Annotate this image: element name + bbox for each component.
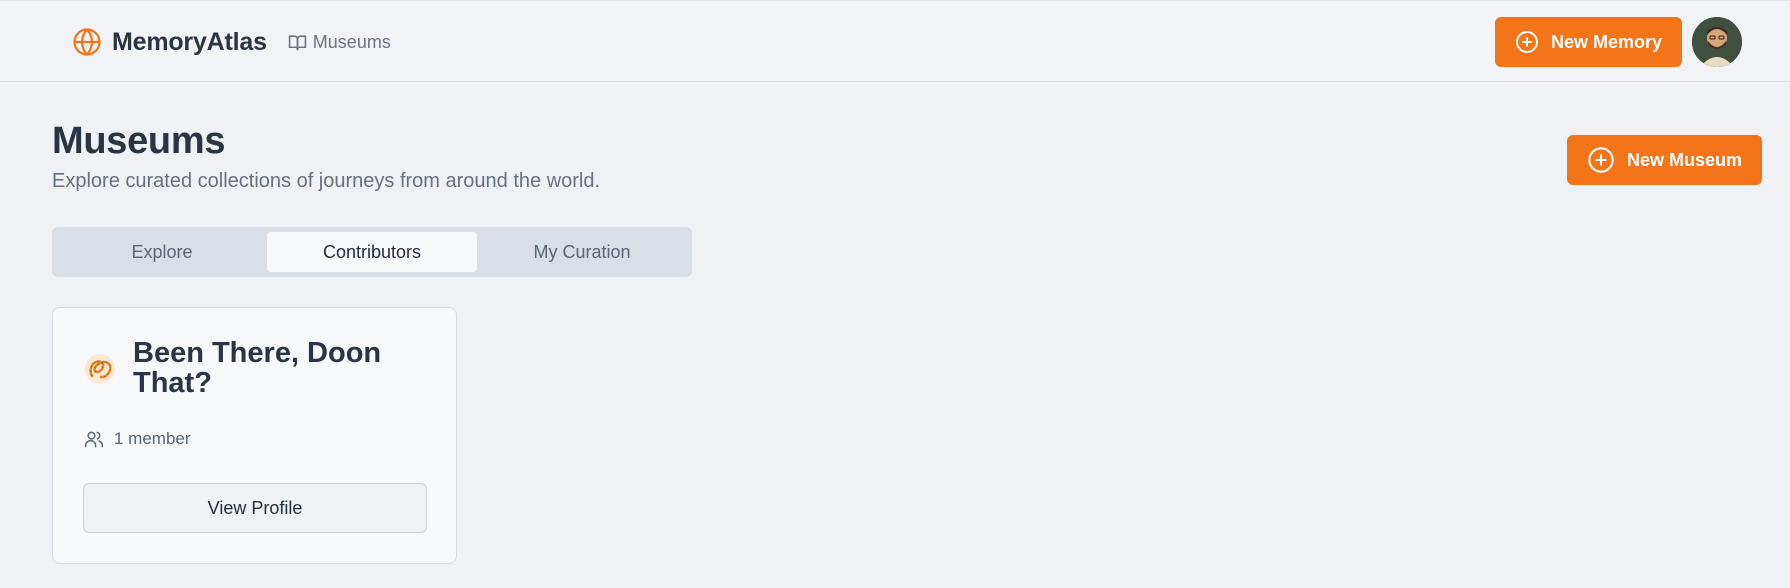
card-title: Been There, Doon That?	[133, 337, 382, 399]
avatar[interactable]	[1692, 17, 1742, 67]
new-museum-label: New Museum	[1626, 149, 1743, 170]
page-subtitle: Explore curated collections of journeys …	[52, 170, 601, 192]
plus-circle-icon	[1515, 30, 1539, 54]
member-count: 1 member	[84, 429, 191, 449]
new-museum-button[interactable]: New Museum	[1567, 135, 1762, 185]
app-name: MemoryAtlas	[112, 27, 267, 56]
brand[interactable]: MemoryAtlas Museums	[72, 25, 391, 59]
breadcrumb-label: Museums	[312, 31, 391, 52]
plus-circle-icon	[1587, 146, 1615, 174]
tab-explore[interactable]: Explore	[57, 232, 267, 272]
book-open-icon	[288, 33, 307, 52]
view-profile-button[interactable]: View Profile	[83, 483, 427, 533]
museum-tabs: Explore Contributors My Curation	[52, 227, 692, 277]
contributor-card: Been There, Doon That? 1 member View Pro…	[52, 307, 457, 564]
tab-contributors[interactable]: Contributors	[267, 232, 477, 272]
top-navbar: MemoryAtlas Museums New Memory	[0, 0, 1790, 82]
tab-my-curation[interactable]: My Curation	[477, 232, 687, 272]
page-title: Museums	[52, 120, 226, 162]
new-memory-label: New Memory	[1550, 31, 1663, 52]
globe-icon	[72, 27, 102, 57]
breadcrumb-museums[interactable]: Museums	[288, 32, 391, 53]
users-icon	[84, 429, 104, 449]
new-memory-button[interactable]: New Memory	[1495, 17, 1682, 67]
member-count-label: 1 member	[114, 429, 191, 448]
pretzel-logo-icon	[83, 352, 117, 386]
